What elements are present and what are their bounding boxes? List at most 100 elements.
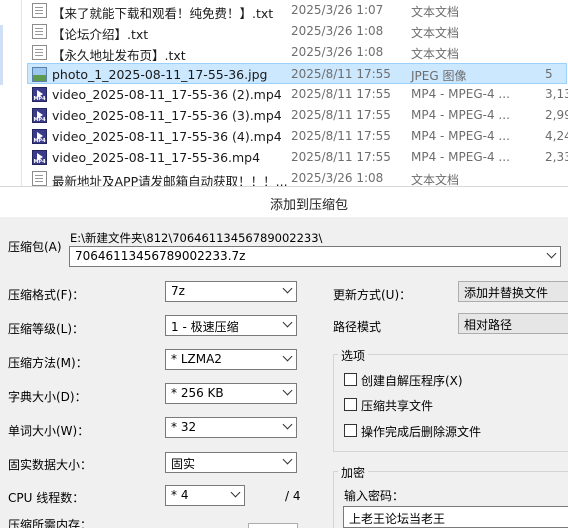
shared-files-checkbox-label[interactable]: 压缩共享文件 (361, 397, 433, 414)
file-size: 2,33 (545, 150, 568, 164)
file-date: 2025/8/11 17:55 (291, 87, 391, 101)
file-name: 【永久地址发布页】.txt (52, 48, 186, 63)
password-input-value: 上老王论坛当老王 (349, 512, 446, 526)
file-size: 5 (545, 67, 553, 81)
file-row[interactable]: 【永久地址发布页】.txt 2025/3/26 1:08 文本文档 (28, 42, 568, 63)
file-date: 2025/3/26 1:08 (291, 24, 384, 38)
file-row[interactable]: 【论坛介绍】.txt 2025/3/26 1:08 文本文档 (28, 21, 568, 42)
method-select[interactable]: * LZMA2 (165, 349, 297, 370)
archive-name-value: 70646113456789002233.7z (75, 249, 246, 263)
sfx-checkbox[interactable] (344, 373, 357, 386)
file-row[interactable]: MP4 video_2025-08-11_17-55-36 (4).mp4 2025… (28, 126, 568, 147)
solid-block-select-value: 固实 (171, 457, 196, 471)
update-mode-select-value: 添加并替换文件 (464, 286, 549, 300)
file-date: 2025/8/11 17:55 (291, 67, 391, 81)
format-select[interactable]: 7z (165, 281, 297, 302)
file-type: 文本文档 (411, 47, 460, 61)
memory-label: 压缩所需内存： (8, 518, 93, 528)
file-type: MP4 - MPEG-4 ... (411, 129, 510, 143)
level-select-value: 1 - 极速压缩 (171, 320, 239, 334)
video-file-icon: MP4 (32, 108, 47, 123)
image-file-icon (32, 67, 47, 82)
video-file-icon: MP4 (32, 87, 47, 102)
file-size: 3,13 (545, 87, 568, 101)
chevron-down-icon[interactable] (230, 487, 241, 498)
delete-after-checkbox[interactable] (344, 424, 357, 437)
archive-path: E:\新建文件夹\812\70646113456789002233\ (70, 231, 323, 245)
file-date: 2025/8/11 17:55 (291, 150, 391, 164)
file-type: 文本文档 (411, 5, 460, 19)
encryption-group-title: 加密 (338, 464, 369, 481)
update-mode-label: 更新方式(U)： (333, 288, 412, 302)
file-list: 【来了就能下载和观看！纯免费！】.txt 2025/3/26 1:07 文本文档 【论… (0, 0, 568, 188)
file-type: JPEG 图像 (411, 69, 467, 83)
text-file-icon (32, 3, 47, 18)
cpu-threads-label: CPU 线程数： (8, 491, 85, 505)
file-type: MP4 - MPEG-4 ... (411, 150, 510, 164)
sfx-checkbox-label[interactable]: 创建自解压程序(X) (361, 372, 463, 389)
add-to-archive-dialog: 添加到压缩包 压缩包(A) E:\新建文件夹\812\7064611345678… (0, 186, 568, 528)
chevron-down-icon[interactable] (282, 385, 293, 396)
chevron-down-icon[interactable] (546, 248, 557, 259)
delete-after-checkbox-label[interactable]: 操作完成后删除源文件 (361, 423, 481, 440)
dialog-titlebar[interactable]: 添加到压缩包 (0, 187, 568, 217)
method-select-value: * LZMA2 (171, 352, 222, 366)
file-type: MP4 - MPEG-4 ... (411, 108, 510, 122)
solid-block-select[interactable]: 固实 (165, 452, 297, 473)
password-input[interactable]: 上老王论坛当老王 (343, 506, 568, 528)
password-label: 输入密码： (344, 489, 405, 503)
cpu-threads-total: / 4 (285, 489, 301, 503)
chevron-down-icon[interactable] (282, 454, 293, 465)
cpu-threads-select-value: * 4 (171, 488, 189, 502)
text-file-icon (32, 45, 47, 60)
chevron-down-icon[interactable] (282, 351, 293, 362)
dictionary-label: 字典大小(D)： (8, 390, 87, 404)
path-mode-select-value: 相对路径 (464, 318, 513, 332)
chevron-down-icon[interactable] (282, 283, 293, 294)
file-type: MP4 - MPEG-4 ... (411, 87, 510, 101)
file-name: photo_1_2025-08-11_17-55-36.jpg (52, 67, 268, 82)
update-mode-select[interactable]: 添加并替换文件 (458, 281, 568, 302)
dictionary-select[interactable]: * 256 KB (165, 383, 297, 404)
file-name: video_2025-08-11_17-55-36 (3).mp4 (52, 108, 282, 123)
file-date: 2025/3/26 1:08 (291, 45, 384, 59)
file-name: video_2025-08-11_17-55-36 (2).mp4 (52, 87, 282, 102)
video-file-icon: MP4 (32, 129, 47, 144)
file-date: 2025/3/26 1:07 (291, 3, 384, 17)
memory-value-box (248, 523, 298, 528)
text-file-icon (32, 171, 47, 186)
file-row[interactable]: MP4 video_2025-08-11_17-55-36 (3).mp4 2025… (28, 105, 568, 126)
text-file-icon (32, 24, 47, 39)
navigation-pane-strip (0, 0, 22, 188)
chevron-down-icon[interactable] (282, 419, 293, 430)
word-size-select[interactable]: * 32 (165, 417, 297, 438)
dialog-title: 添加到压缩包 (269, 198, 348, 213)
archive-name-combo[interactable]: 70646113456789002233.7z (69, 246, 561, 267)
video-file-icon: MP4 (32, 150, 47, 165)
path-mode-select[interactable]: 相对路径 (458, 313, 568, 334)
file-date: 2025/3/26 1:08 (291, 171, 384, 185)
format-label: 压缩格式(F)： (8, 288, 85, 302)
file-name: video_2025-08-11_17-55-36.mp4 (52, 150, 261, 165)
cpu-threads-select[interactable]: * 4 (165, 485, 245, 506)
shared-files-checkbox[interactable] (344, 398, 357, 411)
file-date: 2025/8/11 17:55 (291, 129, 391, 143)
file-size: 2,99 (545, 108, 568, 122)
path-mode-label: 路径模式 (333, 320, 382, 334)
file-row[interactable]: MP4 video_2025-08-11_17-55-36.mp4 2025/8/1… (28, 147, 568, 168)
method-label: 压缩方法(M)： (8, 356, 88, 370)
file-row[interactable]: MP4 video_2025-08-11_17-55-36 (2).mp4 2025… (28, 84, 568, 105)
file-date: 2025/8/11 17:55 (291, 108, 391, 122)
file-row[interactable]: 最新地址及APP请发邮箱自动获取！！！... 2025/3/26 1:08 文本文档 (28, 168, 568, 188)
format-select-value: 7z (171, 284, 185, 298)
file-row[interactable]: photo_1_2025-08-11_17-55-36.jpg 2025/8/11… (27, 63, 567, 84)
file-name: video_2025-08-11_17-55-36 (4).mp4 (52, 129, 282, 144)
file-row[interactable]: 【来了就能下载和观看！纯免费！】.txt 2025/3/26 1:07 文本文档 (28, 0, 568, 21)
chevron-down-icon[interactable] (282, 317, 293, 328)
file-name: 【论坛介绍】.txt (52, 27, 149, 42)
archive-label: 压缩包(A) (8, 240, 62, 254)
solid-block-label: 固实数据大小： (8, 458, 93, 472)
level-select[interactable]: 1 - 极速压缩 (165, 315, 297, 336)
options-group-title: 选项 (338, 347, 369, 364)
file-size: 4,24 (545, 129, 568, 143)
